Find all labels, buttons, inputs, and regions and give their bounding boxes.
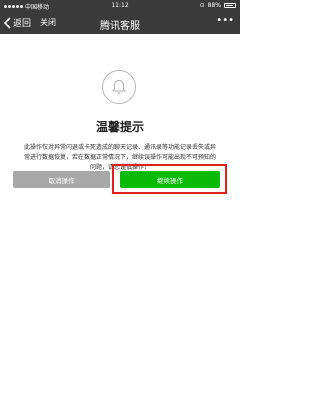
navigation-bar: 返回 关闭 腾讯客服 •••: [0, 12, 240, 34]
dialog-heading: 温馨提示: [95, 120, 144, 134]
status-right-group: ⊙ 88%: [200, 2, 236, 9]
annotation-highlight-box: [112, 164, 227, 194]
alarm-icon: ⊙: [199, 2, 205, 9]
page-title: 腾讯客服: [100, 21, 140, 32]
dialog-content: 温馨提示 此操作仅对异常闪退或卡死造成的聊天记录、通讯录等功能记录丢失或异常进行…: [0, 34, 240, 406]
status-bar: 中国移动 11:12 ⊙ 88%: [0, 0, 240, 12]
bell-icon-circle: [102, 70, 136, 104]
more-menu-button[interactable]: •••: [216, 15, 234, 26]
battery-percentage: 88%: [207, 2, 221, 9]
battery-icon: [224, 3, 236, 8]
cancel-button[interactable]: 取消操作: [13, 171, 110, 188]
bell-icon: [112, 79, 126, 94]
